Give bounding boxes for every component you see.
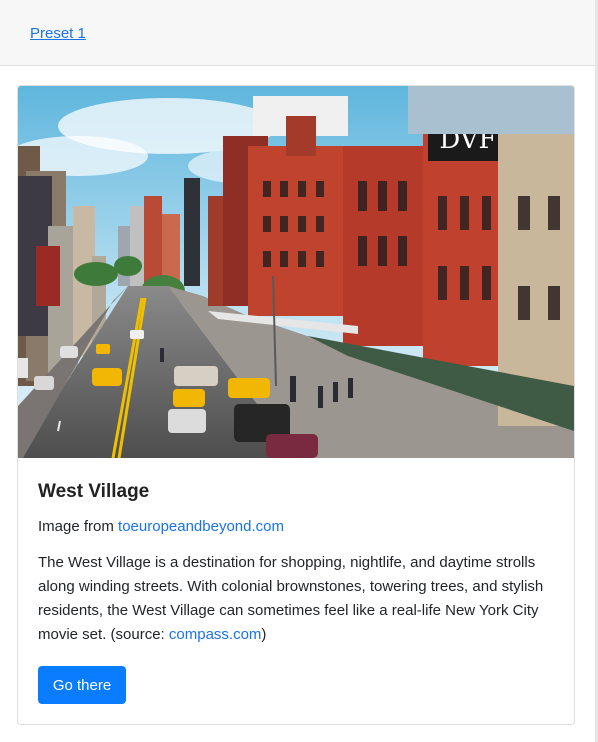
- go-there-button[interactable]: Go there: [38, 666, 126, 704]
- image-credit: Image from toeuropeandbeyond.com: [38, 517, 558, 537]
- description-text: The West Village is a destination for sh…: [38, 554, 544, 643]
- card-title: West Village: [38, 481, 150, 502]
- description-suffix: ): [261, 626, 267, 643]
- image-credit-prefix: Image from: [38, 518, 119, 535]
- card-image: DVF: [18, 86, 574, 458]
- image-source-link[interactable]: toeuropeandbeyond.com: [118, 518, 284, 535]
- card-body: West Village Image from toeuropeandbeyon…: [38, 480, 558, 647]
- preset-link[interactable]: Preset 1: [30, 25, 86, 42]
- place-card: DVF West Village Image from toeuropeandb…: [17, 85, 575, 725]
- card-description: The West Village is a destination for sh…: [38, 551, 558, 647]
- description-source-link[interactable]: compass.com: [169, 626, 262, 643]
- top-bar: Preset 1: [0, 0, 596, 66]
